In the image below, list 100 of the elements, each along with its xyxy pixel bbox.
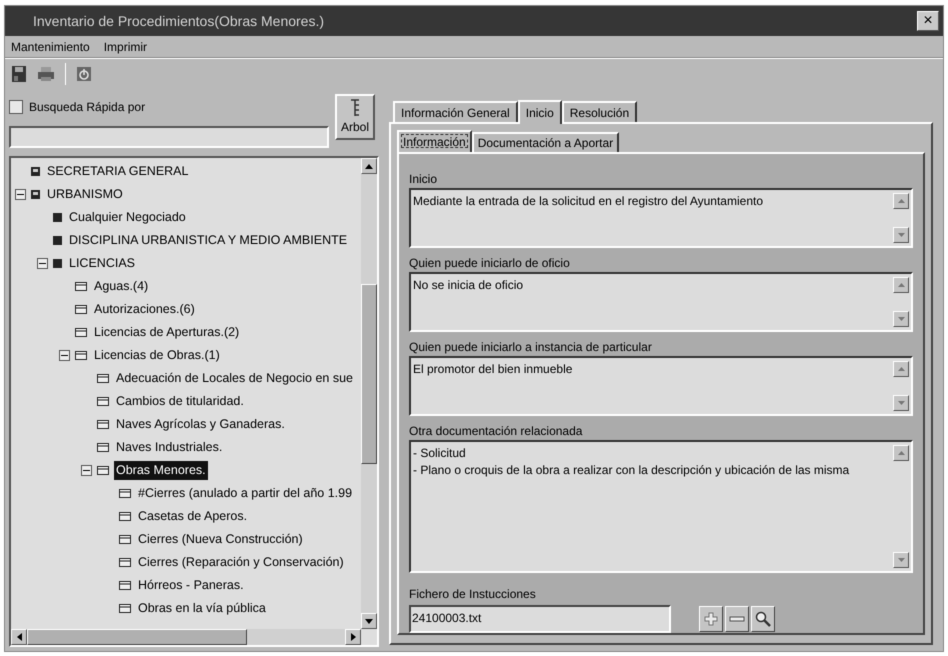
tree-item[interactable]: #Cierres (anulado a partir del año 1.99: [136, 484, 354, 503]
left-arrow-icon: [16, 633, 22, 641]
scroll-down-button[interactable]: [361, 613, 377, 629]
text-line: - Solicitud: [413, 445, 467, 462]
folder-icon: [119, 489, 131, 498]
add-button[interactable]: [699, 606, 723, 632]
horizontal-scrollbar[interactable]: [11, 629, 361, 645]
scroll-left-button[interactable]: [11, 629, 27, 645]
right-arrow-icon: [350, 633, 356, 641]
down-arrow-icon: [898, 401, 904, 405]
tree-icon: [349, 98, 361, 118]
node-icon: [53, 213, 62, 222]
folder-icon: [97, 374, 109, 383]
tree-item[interactable]: Cierres (Nueva Construcción): [136, 530, 305, 549]
collapse-toggle[interactable]: [81, 465, 92, 476]
tab[interactable]: Resolución: [562, 101, 638, 122]
field-label: Quien puede iniciarlo a instancia de particular: [409, 339, 653, 356]
search-button[interactable]: [751, 606, 775, 632]
menu-item[interactable]: Imprimir: [104, 38, 148, 56]
up-arrow-icon: [898, 451, 904, 455]
scroll-down-button[interactable]: [893, 395, 909, 411]
folder-icon: [97, 397, 109, 406]
minus-icon: [729, 616, 745, 622]
folder-icon: [75, 328, 87, 337]
save-icon[interactable]: [11, 64, 27, 82]
scroll-up-button[interactable]: [361, 158, 377, 174]
node-icon: [31, 167, 40, 176]
collapse-toggle[interactable]: [15, 189, 26, 200]
collapse-toggle[interactable]: [59, 350, 70, 361]
plus-icon: [704, 612, 718, 626]
tree-item[interactable]: Obras en la vía pública: [136, 599, 268, 618]
text-line: No se inicia de oficio: [413, 277, 524, 294]
tab[interactable]: Información: [397, 130, 472, 152]
scroll-up-button[interactable]: [893, 361, 909, 377]
tree-item[interactable]: LICENCIAS: [67, 254, 137, 273]
vertical-scrollbar[interactable]: [361, 158, 377, 629]
text-line: El promotor del bien inmueble: [413, 361, 574, 378]
down-arrow-icon: [898, 317, 904, 321]
folder-icon: [119, 535, 131, 544]
up-arrow-icon: [365, 164, 373, 168]
up-arrow-icon: [898, 283, 904, 287]
search-field[interactable]: [9, 126, 329, 148]
printer-icon[interactable]: [37, 66, 55, 82]
tree-item[interactable]: Naves Industriales.: [114, 438, 224, 457]
text-line: Mediante la entrada de la solicitud en el registro del Ayuntamiento: [413, 193, 764, 210]
tab[interactable]: Inicio: [518, 100, 562, 124]
tree-item[interactable]: Cambios de titularidad.: [114, 392, 246, 411]
minus-icon: [39, 263, 46, 264]
tree-item[interactable]: SECRETARIA GENERAL: [45, 162, 190, 181]
down-arrow-icon: [898, 558, 904, 562]
scroll-up-button[interactable]: [893, 193, 909, 209]
exit-icon[interactable]: [76, 66, 92, 82]
tree-item[interactable]: Adecuación de Locales de Negocio en sue: [114, 369, 355, 388]
down-arrow-icon: [898, 233, 904, 237]
remove-button[interactable]: [725, 606, 749, 632]
tree-item[interactable]: URBANISMO: [45, 185, 125, 204]
tree-item[interactable]: Obras Menores.: [114, 461, 208, 480]
search-icon: [755, 611, 771, 627]
text-area[interactable]: El promotor del bien inmueble: [409, 356, 913, 416]
folder-icon: [119, 581, 131, 590]
tree-item[interactable]: Cualquier Negociado: [67, 208, 188, 227]
close-button[interactable]: ×: [917, 11, 939, 31]
tree-item[interactable]: Cierres (Reparación y Conservación): [136, 553, 346, 572]
folder-icon: [119, 512, 131, 521]
minus-icon: [17, 194, 24, 195]
text-area[interactable]: Mediante la entrada de la solicitud en el registro del Ayuntamiento: [409, 188, 913, 248]
tree-item[interactable]: DISCIPLINA URBANISTICA Y MEDIO AMBIENTE: [67, 231, 350, 250]
minus-icon: [61, 355, 68, 356]
scroll-down-button[interactable]: [893, 552, 909, 568]
folder-icon: [97, 443, 109, 452]
text-area[interactable]: No se inicia de oficio: [409, 272, 913, 332]
tab[interactable]: Documentación a Aportar: [472, 132, 620, 152]
tree-item[interactable]: Licencias de Aperturas.(2): [92, 323, 242, 342]
tree-item[interactable]: Casetas de Aperos.: [136, 507, 250, 526]
minus-icon: [83, 470, 90, 471]
up-arrow-icon: [898, 199, 904, 203]
collapse-toggle[interactable]: [37, 258, 48, 269]
tree-button[interactable]: Arbol: [335, 94, 375, 140]
folder-icon: [119, 604, 131, 613]
tree-item[interactable]: Autorizaciones.(6): [92, 300, 197, 319]
text-area[interactable]: - Solicitud - Plano o croquis de la obra a realizar con la descripción y ubicación de las misma: [409, 440, 913, 573]
scroll-thumb[interactable]: [361, 284, 377, 464]
tree-item[interactable]: Aguas.(4): [92, 277, 150, 296]
scroll-thumb[interactable]: [27, 629, 247, 645]
scroll-up-button[interactable]: [893, 277, 909, 293]
tree-item[interactable]: Hórreos - Paneras.: [136, 576, 246, 595]
checkbox[interactable]: [9, 100, 23, 114]
scroll-up-button[interactable]: [893, 445, 909, 461]
scroll-right-button[interactable]: [345, 629, 361, 645]
file-field[interactable]: 24100003.txt: [409, 605, 671, 633]
tab[interactable]: Información General: [393, 101, 518, 122]
scroll-down-button[interactable]: [893, 311, 909, 327]
tree-item[interactable]: Naves Agrícolas y Ganaderas.: [114, 415, 287, 434]
text-line: - Plano o croquis de la obra a realizar con la descripción y ubicación de las misma: [413, 462, 850, 479]
scroll-down-button[interactable]: [893, 227, 909, 243]
folder-icon: [75, 282, 87, 291]
window-title: Inventario de Procedimientos(Obras Menores.): [33, 12, 324, 31]
tree-item[interactable]: Licencias de Obras.(1): [92, 346, 222, 365]
checkbox-label: Busqueda Rápida por: [29, 99, 146, 116]
menu-item[interactable]: Mantenimiento: [11, 38, 90, 56]
